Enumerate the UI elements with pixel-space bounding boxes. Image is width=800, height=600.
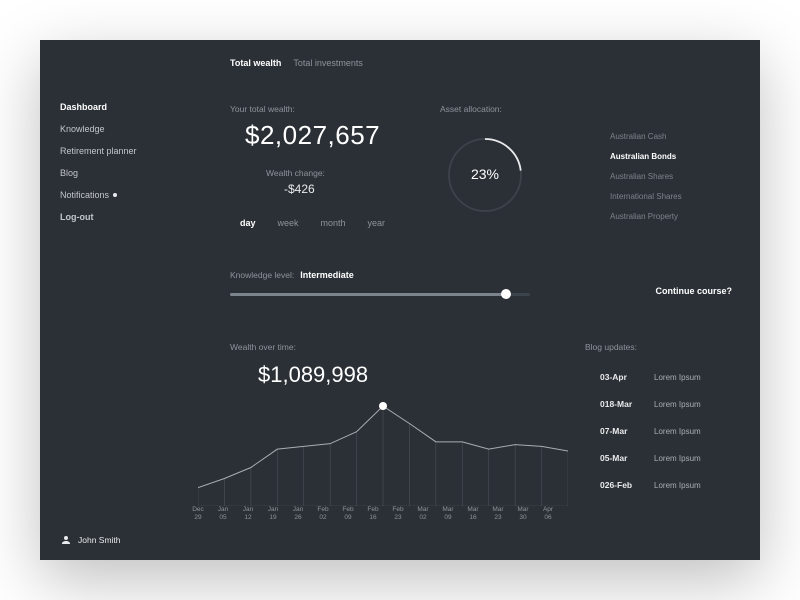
axis-tick: Feb09 — [338, 506, 358, 522]
axis-tick: Jan26 — [288, 506, 308, 522]
total-wealth-label: Your total wealth: — [230, 104, 295, 114]
blog-item-date: 026-Feb — [600, 480, 638, 490]
sidebar-nav: Dashboard Knowledge Retirement planner B… — [60, 102, 190, 222]
axis-tick: Feb23 — [388, 506, 408, 522]
blog-item-date: 07-Mar — [600, 426, 638, 436]
period-week[interactable]: week — [278, 218, 299, 228]
wealth-over-time-label: Wealth over time: — [230, 342, 296, 352]
knowledge-level-label: Knowledge level: — [230, 270, 294, 280]
legend-item-australian-property[interactable]: Australian Property — [610, 212, 682, 221]
blog-item-date: 05-Mar — [600, 453, 638, 463]
tab-total-investments[interactable]: Total investments — [293, 58, 363, 68]
axis-tick: Mar02 — [413, 506, 433, 522]
asset-allocation-percent: 23% — [440, 166, 530, 182]
axis-tick: Apr06 — [538, 506, 558, 522]
user-icon — [60, 534, 72, 546]
axis-tick: Jan05 — [213, 506, 233, 522]
wealth-change-value: -$426 — [284, 182, 315, 196]
axis-tick: Feb16 — [363, 506, 383, 522]
period-year[interactable]: year — [368, 218, 386, 228]
current-user[interactable]: John Smith — [60, 534, 121, 546]
axis-tick: Mar16 — [463, 506, 483, 522]
wealth-change-label: Wealth change: — [266, 168, 325, 178]
continue-course-link[interactable]: Continue course? — [655, 286, 732, 296]
blog-item[interactable]: 05-Mar Lorem Ipsum — [600, 453, 701, 463]
axis-tick: Feb02 — [313, 506, 333, 522]
blog-item-date: 018-Mar — [600, 399, 638, 409]
current-user-name: John Smith — [78, 535, 121, 545]
blog-item[interactable]: 026-Feb Lorem Ipsum — [600, 480, 701, 490]
axis-tick: Mar23 — [488, 506, 508, 522]
wealth-over-time-axis: Dec29Jan05Jan12Jan19Jan26Feb02Feb09Feb16… — [198, 506, 568, 522]
axis-tick: Mar30 — [513, 506, 533, 522]
knowledge-slider[interactable] — [230, 290, 530, 298]
legend-item-australian-shares[interactable]: Australian Shares — [610, 172, 682, 181]
period-month[interactable]: month — [321, 218, 346, 228]
legend-item-international-shares[interactable]: International Shares — [610, 192, 682, 201]
legend-item-australian-cash[interactable]: Australian Cash — [610, 132, 682, 141]
asset-allocation-label: Asset allocation: — [440, 104, 502, 114]
axis-tick: Mar09 — [438, 506, 458, 522]
slider-thumb[interactable] — [501, 289, 511, 299]
knowledge-level-row: Knowledge level: Intermediate — [230, 270, 354, 280]
knowledge-level-value: Intermediate — [300, 270, 354, 280]
wealth-over-time-value: $1,089,998 — [258, 362, 368, 388]
sidebar-item-notifications[interactable]: Notifications — [60, 190, 190, 200]
blog-item-date: 03-Apr — [600, 372, 638, 382]
blog-updates-list: 03-AprLorem Ipsum018-MarLorem Ipsum07-Ma… — [600, 372, 701, 490]
axis-tick: Jan19 — [263, 506, 283, 522]
period-selector: day week month year — [240, 218, 385, 228]
blog-item-title: Lorem Ipsum — [654, 454, 701, 463]
chart-marker-icon — [379, 402, 387, 410]
blog-item[interactable]: 018-Mar Lorem Ipsum — [600, 399, 701, 409]
notification-badge-icon — [113, 193, 117, 197]
legend-item-australian-bonds[interactable]: Australian Bonds — [610, 152, 682, 161]
tab-total-wealth[interactable]: Total wealth — [230, 58, 281, 68]
wealth-over-time-chart — [198, 396, 568, 506]
blog-item[interactable]: 03-Apr Lorem Ipsum — [600, 372, 701, 382]
blog-item-title: Lorem Ipsum — [654, 373, 701, 382]
sidebar-item-dashboard[interactable]: Dashboard — [60, 102, 190, 112]
blog-item[interactable]: 07-Mar Lorem Ipsum — [600, 426, 701, 436]
period-day[interactable]: day — [240, 218, 256, 228]
axis-tick: Jan12 — [238, 506, 258, 522]
axis-tick: Dec29 — [188, 506, 208, 522]
total-wealth-value: $2,027,657 — [245, 120, 380, 151]
sidebar-item-logout[interactable]: Log-out — [60, 212, 190, 222]
sidebar-item-blog[interactable]: Blog — [60, 168, 190, 178]
blog-item-title: Lorem Ipsum — [654, 481, 701, 490]
blog-item-title: Lorem Ipsum — [654, 427, 701, 436]
blog-updates-label: Blog updates: — [585, 342, 637, 352]
app-frame: Dashboard Knowledge Retirement planner B… — [40, 40, 760, 560]
slider-fill — [230, 293, 506, 296]
blog-item-title: Lorem Ipsum — [654, 400, 701, 409]
asset-allocation-legend: Australian Cash Australian Bonds Austral… — [610, 132, 682, 221]
sidebar-item-knowledge[interactable]: Knowledge — [60, 124, 190, 134]
sidebar-item-retirement-planner[interactable]: Retirement planner — [60, 146, 190, 156]
content-tabs: Total wealth Total investments — [230, 58, 363, 68]
